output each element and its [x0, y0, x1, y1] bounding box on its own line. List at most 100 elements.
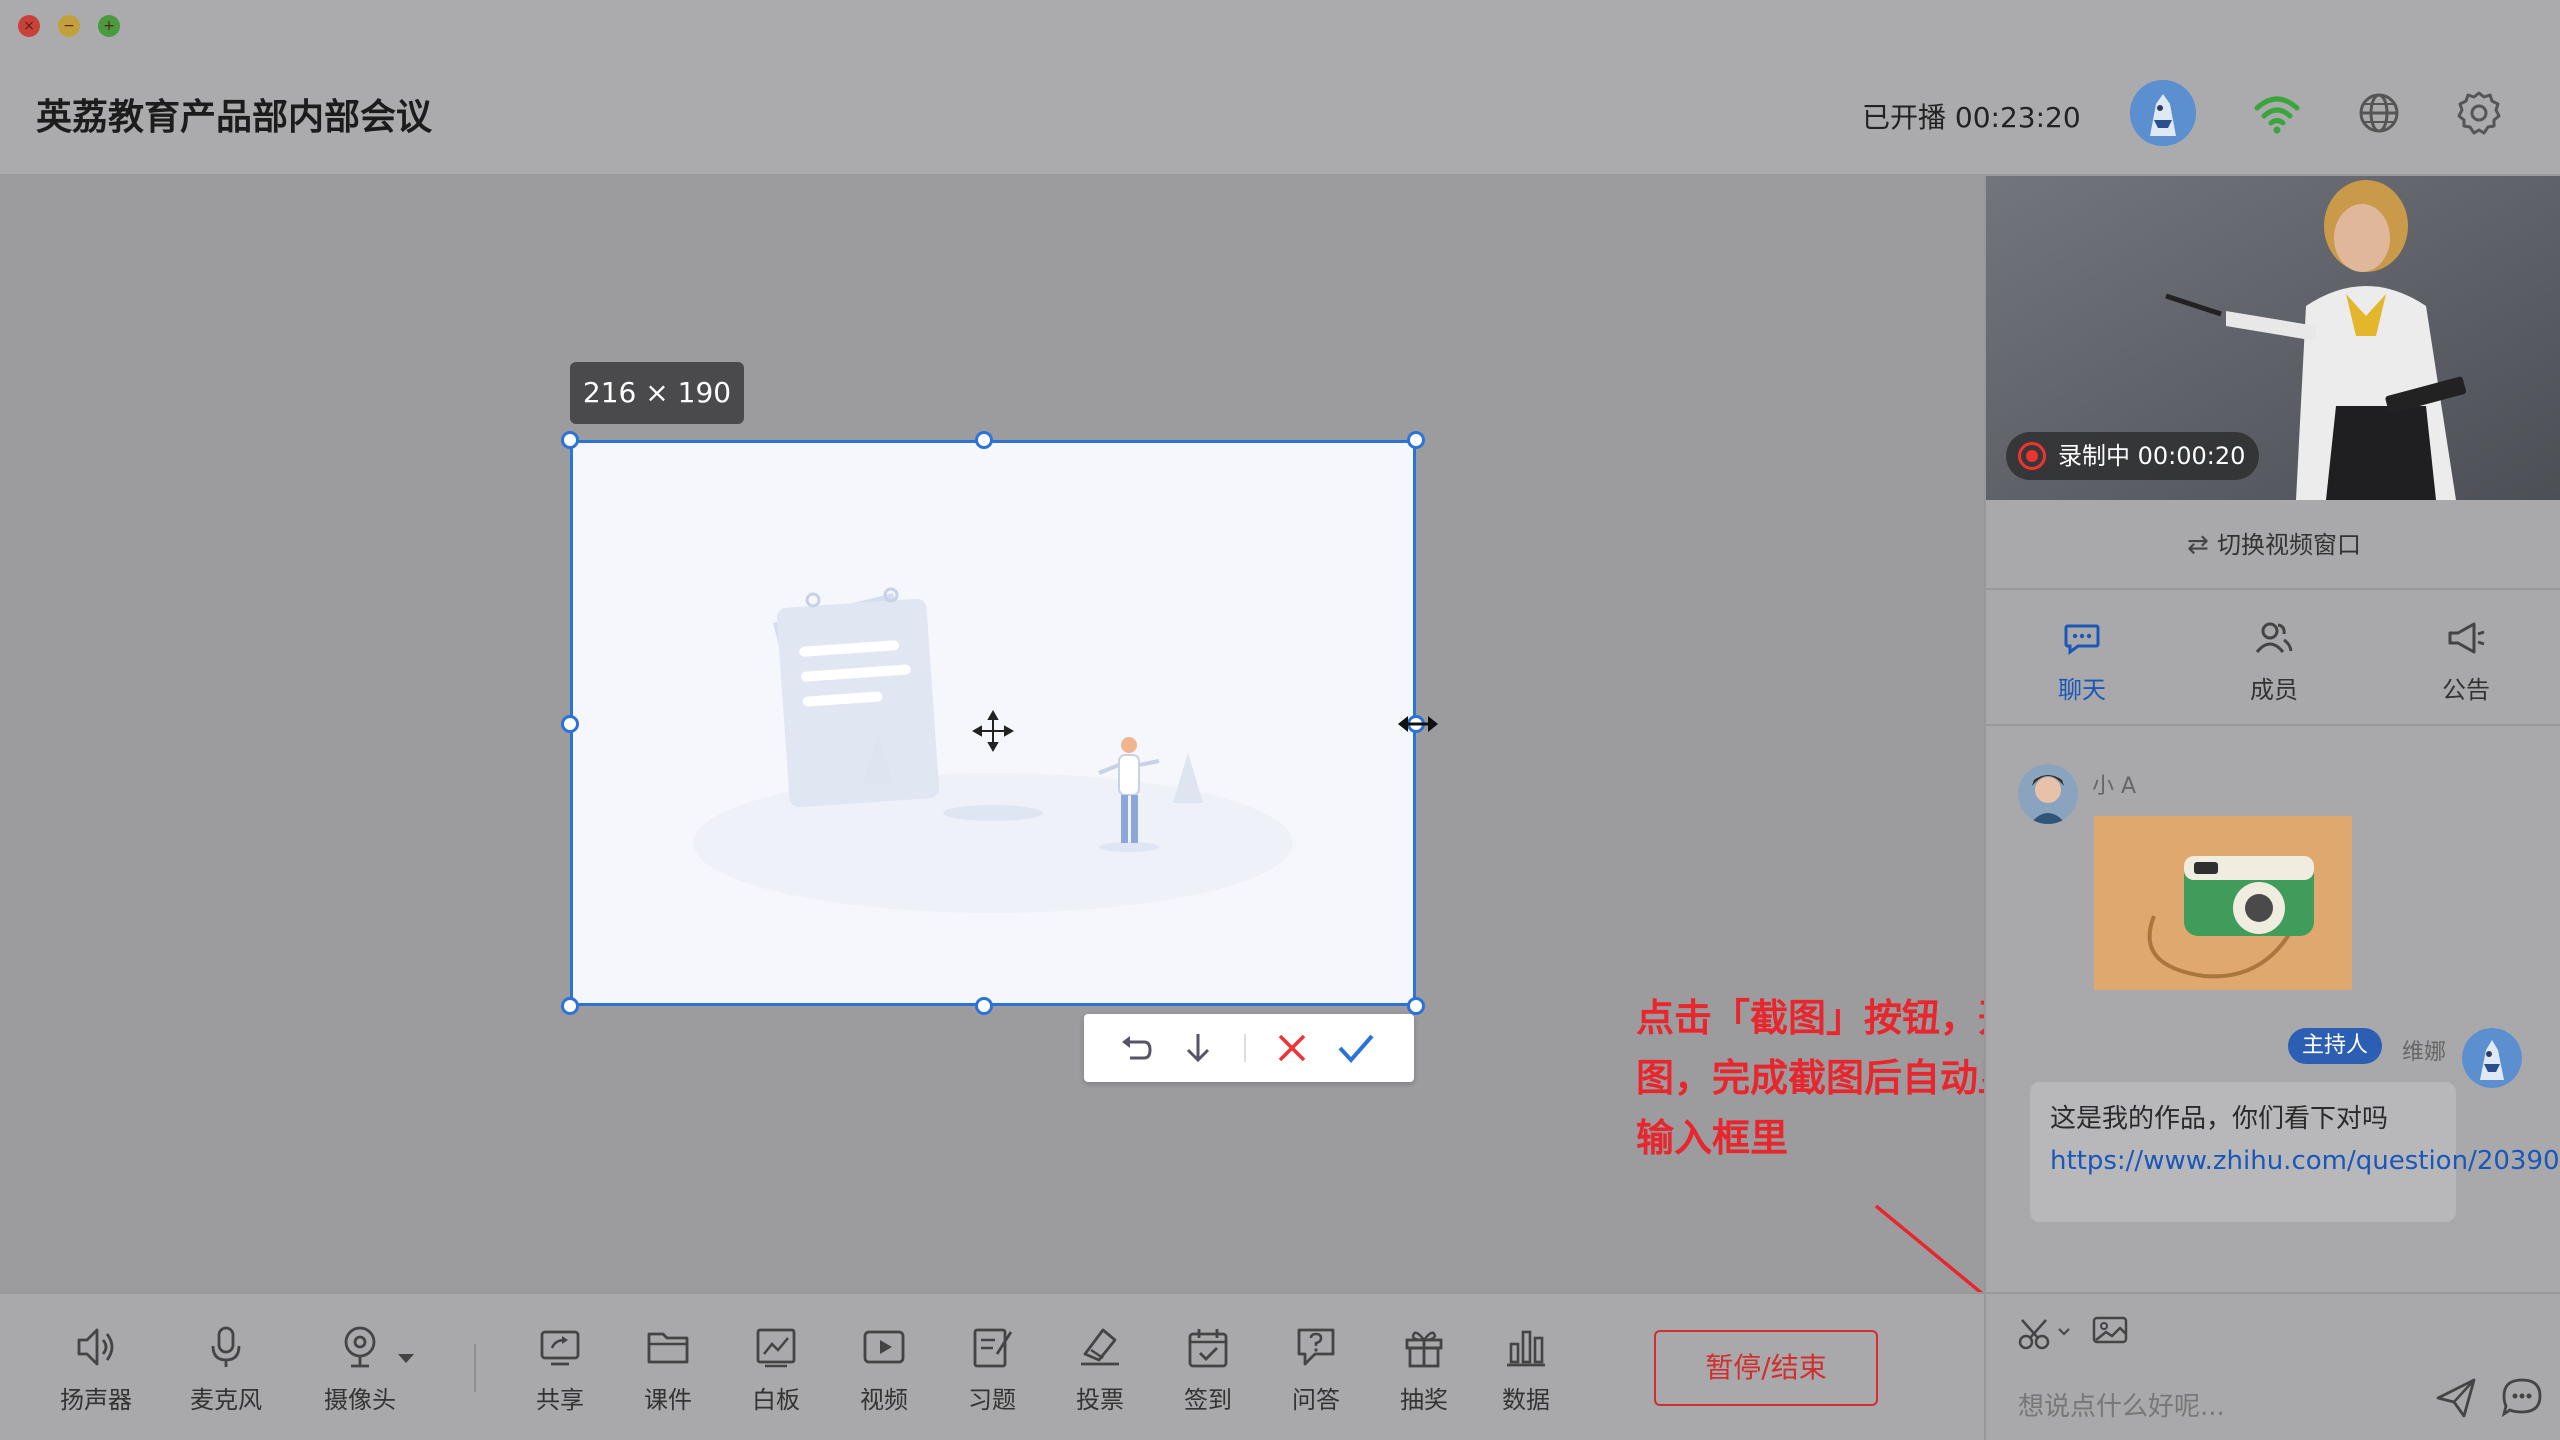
host-name: 维娜	[2402, 1040, 2447, 1065]
switch-video-label: 切换视频窗口	[2217, 531, 2362, 559]
settings-gear-icon[interactable]	[2454, 88, 2504, 138]
globe-icon[interactable]	[2354, 88, 2404, 138]
empty-state-illustration	[693, 587, 1293, 913]
user-avatar-image	[2018, 764, 2078, 824]
right-panel: 录制中 00:00:20 ⇄ 切换视频窗口 聊天 成员 公告 小 A 主持人 维…	[1984, 176, 2560, 1440]
resize-handle-bottom-left[interactable]	[561, 997, 579, 1015]
minimize-icon: −	[63, 18, 75, 34]
chat-icon	[2064, 624, 2100, 655]
microphone-label: 麦克风	[190, 1386, 262, 1414]
scissors-icon[interactable]	[2016, 1314, 2056, 1354]
microphone-icon	[211, 1326, 241, 1367]
maximize-icon: +	[103, 18, 115, 34]
exercise-icon	[973, 1328, 1013, 1368]
avatar-image	[2130, 80, 2196, 146]
record-icon	[2018, 442, 2046, 470]
window-minimize-button[interactable]: −	[58, 15, 80, 37]
image-icon[interactable]	[2090, 1310, 2130, 1350]
exercise-label: 习题	[968, 1386, 1016, 1414]
chevron-down-icon[interactable]	[2056, 1324, 2072, 1340]
vote-icon	[1081, 1328, 1119, 1366]
host-avatar[interactable]	[2130, 80, 2196, 146]
confirm-capture-icon[interactable]	[1336, 1028, 1376, 1068]
lottery-label: 抽奖	[1400, 1386, 1448, 1414]
share-button[interactable]: 共享	[510, 1324, 610, 1424]
window-maximize-button[interactable]: +	[98, 15, 120, 37]
resize-handle-bottom[interactable]	[975, 997, 993, 1015]
resize-handle-top-left[interactable]	[561, 431, 579, 449]
camera-label: 摄像头	[324, 1386, 396, 1414]
courseware-label: 课件	[644, 1386, 692, 1414]
tab-chat-label: 聊天	[2058, 676, 2106, 704]
message-text: 这是我的作品，你们看下对吗	[2050, 1104, 2389, 1134]
video-label: 视频	[860, 1386, 908, 1414]
camera-dropdown-icon[interactable]	[396, 1350, 416, 1366]
tab-notice[interactable]: 公告	[2370, 590, 2560, 726]
switch-video-button[interactable]: ⇄ 切换视频窗口	[1986, 500, 2560, 590]
message-link[interactable]: https://www.zhihu.com/question/20390354	[2050, 1146, 2560, 1176]
send-icon[interactable]	[2434, 1376, 2478, 1420]
courseware-button[interactable]: 课件	[618, 1324, 718, 1424]
capture-toolbar	[1084, 1014, 1414, 1082]
resize-handle-top-right[interactable]	[1407, 431, 1425, 449]
undo-icon[interactable]	[1116, 1028, 1156, 1068]
toolbar-divider	[1244, 1034, 1246, 1062]
checkin-label: 签到	[1184, 1386, 1232, 1414]
data-label: 数据	[1502, 1386, 1550, 1414]
share-label: 共享	[536, 1386, 584, 1414]
emoji-chat-icon[interactable]	[2500, 1376, 2544, 1420]
avatar[interactable]	[2018, 764, 2078, 824]
video-window[interactable]: 录制中 00:00:20	[1986, 176, 2560, 500]
bottom-toolbar: 扬声器 麦克风 摄像头 共享 课件 白板 视频 习题 投票 签到 问答 抽奖 数…	[0, 1292, 1984, 1440]
question-bubble-icon	[1297, 1328, 1335, 1366]
download-icon[interactable]	[1178, 1028, 1218, 1068]
tab-chat[interactable]: 聊天	[1986, 590, 2178, 726]
screenshot-selection[interactable]	[570, 440, 1416, 1006]
resize-handle-left[interactable]	[561, 715, 579, 733]
chat-input[interactable]: 想说点什么好呢...	[2018, 1386, 2225, 1423]
tab-members[interactable]: 成员	[2178, 590, 2370, 726]
bar-chart-icon	[1507, 1330, 1545, 1367]
calendar-check-icon	[1188, 1329, 1228, 1368]
close-icon: ×	[23, 18, 35, 34]
data-button[interactable]: 数据	[1476, 1324, 1576, 1424]
panel-tabs: 聊天 成员 公告	[1986, 590, 2560, 726]
recording-badge: 录制中 00:00:20	[2006, 432, 2260, 480]
vote-button[interactable]: 投票	[1050, 1324, 1150, 1424]
checkin-button[interactable]: 签到	[1158, 1324, 1258, 1424]
pause-end-button[interactable]: 暂停/结束	[1654, 1330, 1878, 1406]
cancel-capture-icon[interactable]	[1272, 1028, 1312, 1068]
toolbar-divider	[474, 1344, 476, 1392]
whiteboard-button[interactable]: 白板	[726, 1324, 826, 1424]
vote-label: 投票	[1076, 1386, 1124, 1414]
lottery-button[interactable]: 抽奖	[1374, 1324, 1474, 1424]
recording-label: 录制中 00:00:20	[2058, 442, 2246, 470]
members-icon	[2255, 622, 2293, 653]
resize-handle-bottom-right[interactable]	[1407, 997, 1425, 1015]
exercise-button[interactable]: 习题	[942, 1324, 1042, 1424]
chat-image[interactable]	[2094, 816, 2352, 990]
resize-handle-top[interactable]	[975, 431, 993, 449]
camera-button[interactable]: 摄像头	[310, 1324, 410, 1424]
microphone-button[interactable]: 麦克风	[176, 1324, 276, 1424]
speaker-icon	[77, 1328, 114, 1366]
host-badge: 主持人	[2288, 1028, 2383, 1064]
message-bubble: 这是我的作品，你们看下对吗 https://www.zhihu.com/ques…	[2030, 1082, 2560, 1222]
window-close-button[interactable]: ×	[18, 15, 40, 37]
whiteboard-label: 白板	[752, 1386, 800, 1414]
camera-icon	[344, 1326, 376, 1368]
screen-share-icon	[540, 1330, 580, 1366]
whiteboard-icon	[756, 1328, 796, 1368]
megaphone-icon	[2448, 622, 2485, 654]
resize-cursor-icon	[1398, 716, 1438, 732]
qa-button[interactable]: 问答	[1266, 1324, 1366, 1424]
video-play-icon	[863, 1330, 905, 1364]
live-status: 已开播 00:23:20	[1862, 101, 2081, 134]
camera-photo	[2094, 816, 2352, 990]
tab-members-label: 成员	[2250, 676, 2298, 704]
speaker-button[interactable]: 扬声器	[46, 1324, 146, 1424]
folder-icon	[647, 1332, 689, 1364]
host-chat-avatar[interactable]	[2462, 1028, 2522, 1088]
gift-icon	[1405, 1331, 1443, 1368]
video-button[interactable]: 视频	[834, 1324, 934, 1424]
